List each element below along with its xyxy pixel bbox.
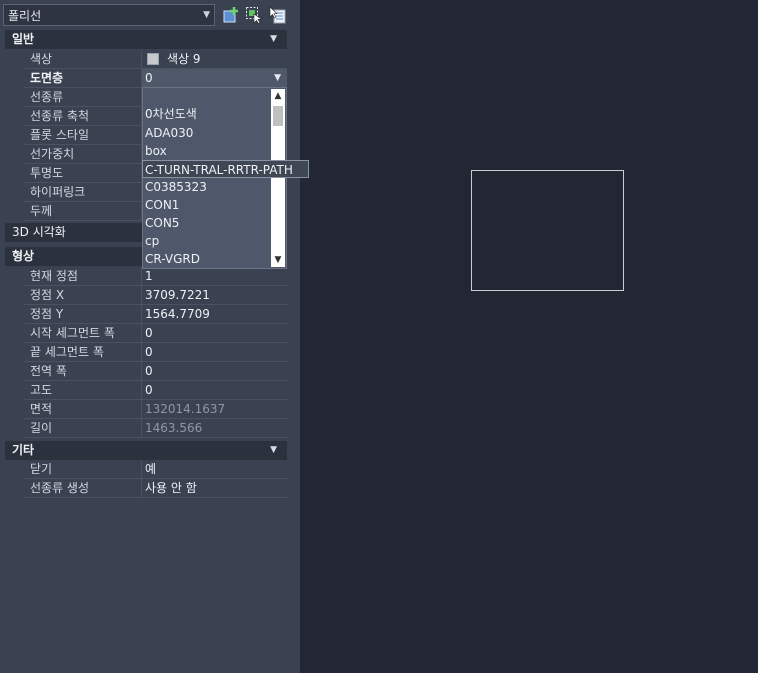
section-3d-title: 3D 시각화 [12, 225, 66, 239]
properties-palette: 폴리선 ▼ 일반 ▼ 색상 색상 9 도면층 0▼ 선종류 0 선종류 축척 플… [0, 0, 309, 673]
property-label: 선종류 생성 [24, 479, 142, 498]
property-value[interactable]: 0 [142, 381, 287, 400]
property-label: 시작 세그먼트 폭 [24, 324, 142, 343]
property-value[interactable]: 3709.7221 [142, 286, 287, 305]
property-label: 정점 Y [24, 305, 142, 324]
chevron-down-icon[interactable]: ▼ [271, 253, 285, 267]
property-value[interactable]: 1564.7709 [142, 305, 287, 324]
property-row-color[interactable]: 색상 색상 9 [0, 50, 287, 69]
property-row-end-width[interactable]: 끝 세그먼트 폭 0 [0, 343, 287, 362]
layer-option[interactable]: CR-VGRD [143, 250, 270, 268]
property-label: 전역 폭 [24, 362, 142, 381]
property-label: 투명도 [24, 164, 142, 183]
section-geometry-title: 형상 [12, 249, 35, 263]
polyline-rectangle[interactable] [471, 170, 624, 291]
layer-option[interactable]: cp [143, 232, 270, 250]
property-value[interactable]: 0 [142, 324, 287, 343]
property-value: 1463.566 [142, 419, 287, 438]
property-value: 132014.1637 [142, 400, 287, 419]
property-label: 길이 [24, 419, 142, 438]
scrollbar-thumb[interactable] [273, 106, 283, 126]
property-row-closed[interactable]: 닫기 예 [0, 460, 287, 479]
property-label: 닫기 [24, 460, 142, 479]
property-label: 선가중치 [24, 145, 142, 164]
layer-dropdown-list[interactable]: 0차선도색 ADA030 box C-TURN-TRAL-RRTR-PATH C… [142, 87, 309, 269]
chevron-up-icon[interactable]: ▲ [271, 89, 285, 103]
object-type-value: 폴리선 [8, 8, 42, 23]
property-label: 플롯 스타일 [24, 126, 142, 145]
property-label: 색상 [24, 50, 142, 69]
section-general-title: 일반 [12, 32, 35, 46]
layer-value: 0 [145, 71, 153, 85]
drawing-canvas[interactable] [300, 0, 758, 673]
property-row-elevation[interactable]: 고도 0 [0, 381, 287, 400]
property-label: 고도 [24, 381, 142, 400]
section-misc-title: 기타 [12, 443, 35, 457]
chevron-down-icon[interactable]: ▼ [274, 69, 281, 87]
layer-option-highlighted[interactable]: C-TURN-TRAL-RRTR-PATH [142, 160, 309, 178]
property-row-linetype-generation[interactable]: 선종류 생성 사용 안 함 [0, 479, 287, 498]
layer-option[interactable]: box [143, 142, 270, 160]
property-label: 선종류 축척 [24, 107, 142, 126]
object-type-select[interactable]: 폴리선 ▼ [3, 4, 215, 26]
layer-select[interactable]: 0 ▼ [142, 69, 287, 88]
property-value[interactable]: 예 [142, 460, 287, 479]
property-value[interactable]: 0 [142, 343, 287, 362]
property-row-vertex-y[interactable]: 정점 Y 1564.7709 [0, 305, 287, 324]
property-label: 도면층 [24, 69, 142, 88]
layer-option[interactable]: CON1 [143, 196, 270, 214]
property-label: 면적 [24, 400, 142, 419]
quick-select-icon[interactable] [268, 6, 286, 24]
color-swatch-icon [147, 53, 159, 65]
property-value[interactable]: 1 [142, 267, 287, 286]
property-value[interactable]: 사용 안 함 [142, 479, 287, 498]
property-row-start-width[interactable]: 시작 세그먼트 폭 0 [0, 324, 287, 343]
layer-option[interactable]: 0차선도색 [143, 105, 270, 123]
property-row-length: 길이 1463.566 [0, 419, 287, 438]
property-row-current-vertex[interactable]: 현재 정점 1 [0, 267, 287, 286]
color-value: 색상 9 [167, 52, 201, 66]
select-objects-icon[interactable] [245, 6, 263, 24]
property-row-area: 면적 132014.1637 [0, 400, 287, 419]
property-row-vertex-x[interactable]: 정점 X 3709.7221 [0, 286, 287, 305]
property-label: 정점 X [24, 286, 142, 305]
property-row-global-width[interactable]: 전역 폭 0 [0, 362, 287, 381]
section-misc[interactable]: 기타 ▼ [5, 441, 287, 460]
property-value[interactable]: 0 [142, 362, 287, 381]
layer-option[interactable]: ADA030 [143, 124, 270, 142]
property-label: 현재 정점 [24, 267, 142, 286]
toggle-pickadd-icon[interactable] [222, 6, 240, 24]
layer-option[interactable]: CON5 [143, 214, 270, 232]
chevron-down-icon: ▼ [203, 10, 210, 20]
property-label: 선종류 [24, 88, 142, 107]
collapse-icon[interactable]: ▼ [270, 441, 277, 460]
color-value-cell[interactable]: 색상 9 [142, 50, 287, 69]
collapse-icon[interactable]: ▼ [270, 30, 277, 49]
property-label: 끝 세그먼트 폭 [24, 343, 142, 362]
section-general[interactable]: 일반 ▼ [5, 30, 287, 49]
property-label: 두께 [24, 202, 142, 221]
property-row-layer[interactable]: 도면층 0 ▼ [0, 69, 287, 88]
layer-option[interactable]: C0385323 [143, 178, 270, 196]
property-label: 하이퍼링크 [24, 183, 142, 202]
